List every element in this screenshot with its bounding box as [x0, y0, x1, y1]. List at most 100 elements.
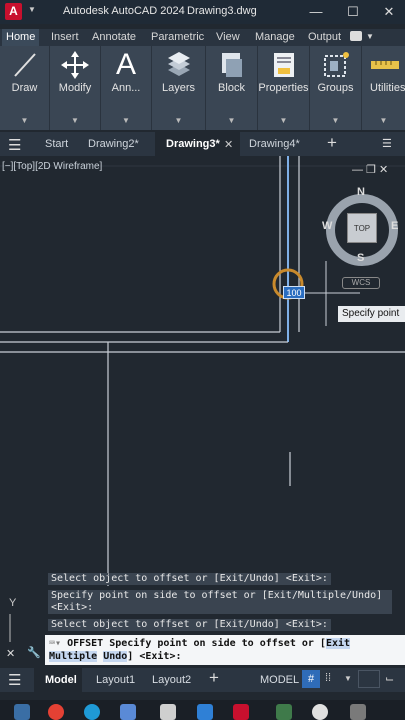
status-bar: ☰ Model Layout1 Layout2 + MODEL # ⁞⁞ ▼ ⌙	[0, 668, 405, 692]
panel-properties[interactable]: Properties ▼	[258, 46, 310, 130]
ruler-icon	[370, 61, 399, 69]
app-taskbar-icon[interactable]	[160, 704, 176, 720]
viewcube-top-face[interactable]: TOP	[347, 213, 377, 243]
panel-groups[interactable]: Groups ▼	[310, 46, 362, 130]
grid-toggle-icon[interactable]: #	[302, 670, 320, 688]
panel-annotation[interactable]: A Ann... ▼	[101, 46, 152, 130]
caret-down-icon[interactable]: ▼	[310, 116, 361, 125]
dynamic-input-field[interactable]: 100	[283, 286, 305, 299]
panel-label-properties: Properties	[258, 82, 309, 94]
panel-modify[interactable]: Modify ▼	[50, 46, 101, 130]
customize-wrench-icon[interactable]: 🔧	[27, 646, 41, 659]
close-window-button[interactable]: ✕	[378, 3, 400, 21]
app2-taskbar-icon[interactable]	[276, 704, 292, 720]
move-icon	[61, 51, 89, 79]
snap-mode-icon[interactable]: ⁞⁞	[325, 672, 331, 684]
tab-output[interactable]: Output	[308, 31, 341, 43]
groups-icon	[323, 52, 349, 77]
panel-block[interactable]: Block ▼	[206, 46, 258, 130]
cursor-tooltip: Specify point	[338, 306, 405, 322]
title-bar: A ▼ Autodesk AutoCAD 2024 Drawing3.dwg —…	[0, 0, 405, 24]
menu-hamburger-icon[interactable]: ☰	[8, 136, 21, 154]
tab-drawing2[interactable]: Drawing2*	[88, 138, 139, 150]
app4-taskbar-icon[interactable]	[350, 704, 366, 720]
edge-taskbar-icon[interactable]	[84, 704, 100, 720]
caret-down-icon[interactable]: ▼	[152, 116, 205, 125]
panel-label-modify: Modify	[58, 82, 92, 94]
compass-n[interactable]: N	[357, 186, 365, 198]
ribbon-tab-bar: Home Insert Annotate Parametric View Man…	[0, 29, 405, 46]
command-history-text: Specify point on side to offset or [Exit…	[51, 590, 383, 601]
panel-layers[interactable]: Layers ▼	[152, 46, 206, 130]
model-space-button[interactable]: MODEL	[260, 674, 299, 686]
caret-down-icon[interactable]: ▼	[258, 116, 309, 125]
panel-label-annotation: Ann...	[111, 82, 141, 94]
panel-label-draw: Draw	[11, 82, 38, 94]
caret-down-icon[interactable]: ▼	[101, 116, 151, 125]
document-title: Drawing3.dwg	[187, 5, 257, 17]
block-icon	[221, 53, 242, 77]
caret-down-icon[interactable]: ▼	[50, 116, 100, 125]
option-exit[interactable]: Exit	[325, 638, 351, 649]
tab-start[interactable]: Start	[45, 138, 68, 150]
chrome-taskbar-icon[interactable]	[48, 704, 64, 720]
drawing-viewport[interactable]: [−][Top][2D Wireframe] — ❐ ✕ TOP N S W E…	[0, 156, 405, 642]
panel-label-groups: Groups	[317, 82, 354, 94]
panel-label-layers: Layers	[161, 82, 196, 94]
option-multiple[interactable]: Multiple	[49, 651, 98, 662]
autocad-taskbar-icon[interactable]	[233, 704, 249, 720]
ucs-menu-button[interactable]: WCS	[342, 277, 380, 289]
tab-drawing3[interactable]: Drawing3*	[166, 138, 220, 150]
snap-caret-icon[interactable]: ▼	[344, 674, 352, 683]
caret-down-icon[interactable]: ▼	[362, 116, 405, 125]
app3-taskbar-icon[interactable]	[312, 704, 328, 720]
add-layout-plus-icon[interactable]: +	[209, 668, 219, 688]
layout-menu-icon[interactable]: ☰	[8, 671, 21, 689]
panel-utilities[interactable]: Utilities ▼	[362, 46, 405, 130]
outlook-taskbar-icon[interactable]	[197, 704, 213, 720]
ribbon-extra-icon[interactable]	[350, 31, 362, 41]
command-line-tools: ✕ 🔧	[0, 645, 45, 665]
document-tab-bar: ☰ Start Drawing2* Drawing3* ✕ Drawing4* …	[0, 132, 405, 156]
new-tab-plus-icon[interactable]: +	[327, 133, 337, 153]
panel-draw[interactable]: Draw ▼	[0, 46, 50, 130]
tab-overflow-icon[interactable]: ☰	[382, 137, 392, 150]
panel-label-utilities: Utilities	[370, 82, 405, 94]
tab-home[interactable]: Home	[2, 29, 40, 46]
option-undo[interactable]: Undo	[103, 651, 128, 662]
autocad-logo[interactable]: A	[5, 3, 22, 20]
close-tab-icon[interactable]: ✕	[224, 138, 233, 151]
store-taskbar-icon[interactable]	[120, 704, 136, 720]
panel-label-block: Block	[218, 82, 245, 94]
ribbon-tab-caret-icon[interactable]: ▼	[366, 32, 374, 41]
minimize-button[interactable]: —	[305, 3, 327, 21]
app-menu-caret-icon[interactable]: ▼	[28, 5, 36, 14]
explorer-taskbar-icon[interactable]	[14, 704, 30, 720]
caret-down-icon[interactable]: ▼	[206, 116, 257, 125]
tab-manage[interactable]: Manage	[255, 31, 295, 43]
tab-drawing4[interactable]: Drawing4*	[249, 138, 300, 150]
command-recent-icon[interactable]: ⌨▾	[49, 638, 67, 649]
polar-icon[interactable]: ⌙	[385, 672, 394, 685]
caret-down-icon[interactable]: ▼	[0, 116, 49, 125]
tab-parametric[interactable]: Parametric	[151, 31, 204, 43]
tab-annotate[interactable]: Annotate	[92, 31, 136, 43]
compass-w[interactable]: W	[322, 220, 332, 232]
command-input[interactable]: ⌨▾ OFFSET Specify point on side to offse…	[45, 635, 405, 665]
properties-icon	[273, 53, 294, 77]
tab-view[interactable]: View	[216, 31, 240, 43]
line-icon	[13, 53, 36, 77]
tab-insert[interactable]: Insert	[51, 31, 79, 43]
command-history-text: <Exit>:	[51, 602, 94, 613]
viewport-window-controls[interactable]: — ❐ ✕	[352, 163, 388, 176]
tab-layout2[interactable]: Layout2	[152, 674, 191, 686]
close-command-line-icon[interactable]: ✕	[6, 647, 15, 660]
compass-s[interactable]: S	[357, 252, 364, 264]
tab-model[interactable]: Model	[45, 674, 77, 686]
ortho-toggle-icon[interactable]	[358, 670, 380, 688]
text-a-icon: A	[115, 48, 136, 81]
maximize-button[interactable]: ☐	[342, 3, 364, 21]
viewport-controls-label[interactable]: [−][Top][2D Wireframe]	[2, 161, 102, 172]
compass-e[interactable]: E	[391, 220, 398, 232]
tab-layout1[interactable]: Layout1	[96, 674, 135, 686]
